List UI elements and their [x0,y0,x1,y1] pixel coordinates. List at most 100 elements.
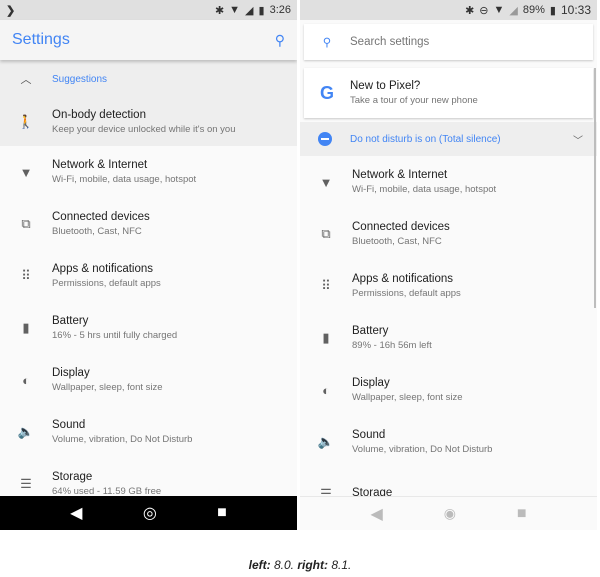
item-title: Display [352,377,390,389]
settings-item-apps-notifications[interactable]: ⠿ Apps & notifications Permissions, defa… [0,250,297,302]
settings-item-display[interactable]: ◐ Display Wallpaper, sleep, font size [300,364,597,416]
card-subtitle: Take a tour of your new phone [350,95,478,106]
settings-item-display[interactable]: ◐ Display Wallpaper, sleep, font size [0,354,297,406]
devices-icon: ⧉ [21,216,31,231]
item-title: Connected devices [52,211,150,223]
caption: left: 8.0. right: 8.1. [0,558,600,572]
search-bar[interactable]: ⚲ Search settings [304,24,593,60]
caption-left-label: left: [248,558,271,572]
settings-item-connected-devices[interactable]: ⧉ Connected devices Bluetooth, Cast, NFC [300,208,597,260]
wifi-icon: ▼ [19,164,33,180]
signal-icon: ◢ [245,4,254,17]
battery-icon: ▮ [322,330,330,345]
status-bar: ❯ ✱ ▼ ◢ ▮ 3:26 [0,0,297,20]
google-logo-icon: G [319,82,334,103]
caption-right-label: right: [297,558,328,572]
item-subtitle: Wi-Fi, mobile, data usage, hotspot [52,174,197,185]
no-signal-icon: ◢ [509,4,518,17]
notification-chevron-icon: ❯ [6,4,16,17]
settings-screen-oreo-8-0: ❯ ✱ ▼ ◢ ▮ 3:26 Settings ⚲ ︿ Suggestions … [0,0,297,530]
settings-item-sound[interactable]: 🔈 Sound Volume, vibration, Do Not Distur… [300,416,597,468]
new-to-pixel-card[interactable]: G New to Pixel? Take a tour of your new … [304,68,593,118]
item-title: Sound [52,419,86,431]
storage-icon: ☰ [20,476,32,491]
dnd-status-icon: ⊖ [479,4,489,17]
wifi-icon: ▼ [229,4,241,16]
battery-icon: ▮ [22,320,30,335]
settings-item-connected-devices[interactable]: ⧉ Connected devices Bluetooth, Cast, NFC [0,198,297,250]
item-title: Apps & notifications [352,273,454,285]
chevron-up-icon[interactable]: ︿ [0,71,52,87]
item-subtitle: Wi-Fi, mobile, data usage, hotspot [352,184,497,195]
suggestion-on-body-detection[interactable]: 🚶 On-body detection Keep your device unl… [0,98,297,146]
page-title: Settings [12,31,70,48]
battery-icon: ▮ [258,4,265,17]
apps-icon: ⠿ [321,278,331,293]
card-title: New to Pixel? [350,80,421,92]
battery-percent: 89% [522,4,545,16]
item-subtitle: Bluetooth, Cast, NFC [352,236,442,247]
clock: 3:26 [269,4,291,16]
item-subtitle: 89% - 16h 56m left [352,340,432,351]
dnd-condition[interactable]: Do not disturb is on (Total silence) ﹀ [300,122,597,156]
settings-item-sound[interactable]: 🔈 Sound Volume, vibration, Do Not Distur… [0,406,297,458]
back-button[interactable]: ◀ [70,503,82,523]
home-button[interactable]: ◎ [143,503,157,523]
item-title: Apps & notifications [52,263,154,275]
item-subtitle: Wallpaper, sleep, font size [52,382,163,393]
dnd-label: Do not disturb is on (Total silence) [350,133,501,145]
settings-list: ▼ Network & Internet Wi-Fi, mobile, data… [300,156,597,520]
caption-right-value: 8.1. [331,558,352,572]
sound-icon: 🔈 [17,424,35,439]
item-subtitle: Permissions, default apps [52,278,161,289]
display-icon: ◐ [22,372,30,388]
suggestions-label: Suggestions [52,73,108,85]
recents-button[interactable]: ■ [517,505,527,523]
item-title: Network & Internet [352,169,448,181]
settings-item-network-internet[interactable]: ▼ Network & Internet Wi-Fi, mobile, data… [0,146,297,198]
item-subtitle: Wallpaper, sleep, font size [352,392,463,403]
item-subtitle: Volume, vibration, Do Not Disturb [352,444,493,455]
settings-item-battery[interactable]: ▮ Battery 16% - 5 hrs until fully charge… [0,302,297,354]
item-subtitle: Permissions, default apps [352,288,461,299]
item-title: Sound [352,429,386,441]
scrollbar[interactable] [594,68,596,308]
settings-item-apps-notifications[interactable]: ⠿ Apps & notifications Permissions, defa… [300,260,597,312]
item-title: Storage [52,471,93,483]
home-button[interactable]: ◉ [444,505,456,522]
bluetooth-icon: ✱ [214,4,225,17]
item-title: Battery [352,325,389,337]
navigation-bar: ◀ ◎ ■ [0,496,297,530]
item-title: Connected devices [352,221,450,233]
settings-screen-oreo-8-1: ✱ ⊖ ▼ ◢ 89% ▮ 10:33 ⚲ Search settings G … [300,0,597,530]
search-input[interactable]: Search settings [350,36,429,48]
settings-list: ▼ Network & Internet Wi-Fi, mobile, data… [0,146,297,510]
search-icon[interactable]: ⚲ [275,32,285,49]
apps-icon: ⠿ [21,268,31,283]
navigation-bar: ◀ ◉ ■ [300,496,597,530]
item-subtitle: Bluetooth, Cast, NFC [52,226,142,237]
item-subtitle: 16% - 5 hrs until fully charged [52,330,178,341]
settings-item-network-internet[interactable]: ▼ Network & Internet Wi-Fi, mobile, data… [300,156,597,208]
wifi-icon: ▼ [319,174,333,190]
search-icon: ⚲ [322,37,332,49]
suggestions-header[interactable]: ︿ Suggestions [0,60,297,98]
wifi-icon: ▼ [493,4,505,16]
item-subtitle: Keep your device unlocked while it's on … [52,124,236,135]
display-icon: ◐ [322,382,330,398]
status-bar: ✱ ⊖ ▼ ◢ 89% ▮ 10:33 [300,0,597,20]
item-title: On-body detection [52,109,146,121]
item-title: Battery [52,315,89,327]
recents-button[interactable]: ■ [217,504,227,522]
item-title: Network & Internet [52,159,148,171]
battery-icon: ▮ [549,4,556,17]
item-subtitle: Volume, vibration, Do Not Disturb [52,434,193,445]
toolbar: Settings ⚲ [0,20,297,60]
settings-item-battery[interactable]: ▮ Battery 89% - 16h 56m left [300,312,597,364]
bluetooth-icon: ✱ [465,4,475,17]
item-title: Display [52,367,90,379]
dnd-icon [318,132,332,146]
sound-icon: 🔈 [317,434,335,449]
back-button[interactable]: ◀ [370,504,382,524]
walking-person-icon: 🚶 [17,114,35,129]
